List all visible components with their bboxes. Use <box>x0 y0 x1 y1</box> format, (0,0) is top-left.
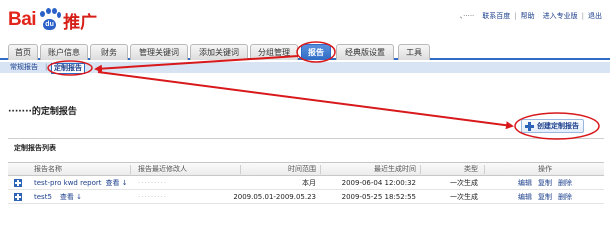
main-tab-bar: 首页 账户信息 财务 管理关键词 添加关键词 分组管理 报告 经典版设置 工具 <box>0 42 610 60</box>
tab-finance[interactable]: 财务 <box>90 44 128 60</box>
report-time-range: 本月 <box>302 178 316 187</box>
copy-link[interactable]: 复制 <box>538 178 552 188</box>
tab-add-keywords[interactable]: 添加关键词 <box>190 44 248 60</box>
report-name[interactable]: test5 <box>34 193 52 201</box>
subtab-separator: | <box>45 63 48 71</box>
tab-home[interactable]: 首页 <box>8 44 38 60</box>
subtab-normal-report[interactable]: 常规报告 <box>10 62 38 73</box>
report-type: 一次生成 <box>450 192 478 201</box>
report-subtab-bar: 常规报告 | 定制报告 <box>0 62 610 74</box>
logo-text-bai: Bai <box>8 9 37 30</box>
pro-version-link[interactable]: 进入专业版 <box>543 11 578 21</box>
delete-link[interactable]: 删除 <box>558 178 572 188</box>
header-last-modifier: 报告最近修改人 <box>138 165 187 173</box>
subtab-custom-report[interactable]: 定制报告 <box>51 63 85 74</box>
baidu-paw-icon: du <box>37 8 62 32</box>
header-report-name: 报告名称 <box>34 165 62 173</box>
header-last-generated: 最近生成时间 <box>374 165 416 173</box>
table-row: test-pro kwd report 查看 ↓ ········· 本月 20… <box>8 176 604 190</box>
help-link[interactable]: 帮助 <box>521 11 535 21</box>
tab-reports[interactable]: 报告 <box>301 44 331 60</box>
header-type: 类型 <box>464 165 478 173</box>
page-title: ·······的定制报告 <box>8 107 77 117</box>
tab-classic-settings[interactable]: 经典版设置 <box>336 44 394 60</box>
logo-text-du: du <box>43 19 57 30</box>
header-actions: 操作 <box>538 165 552 173</box>
tab-group-management[interactable]: 分组管理 <box>250 44 298 60</box>
view-link[interactable]: 查看 ↓ <box>60 192 82 202</box>
view-link[interactable]: 查看 ↓ <box>105 178 127 188</box>
arrow-to-create-button <box>97 71 514 130</box>
table-header: 报告名称 报告最近修改人 时间范围 最近生成时间 类型 操作 <box>8 163 604 176</box>
divider <box>8 138 604 139</box>
table-row: test5 查看 ↓ ········· 2009.05.01-2009.05.… <box>8 190 604 204</box>
username: 、····· <box>459 12 475 20</box>
report-generated-time: 2009-05-25 18:52:55 <box>341 192 416 201</box>
plus-icon <box>525 121 534 131</box>
top-links: 、····· 联系百度 | 帮助 进入专业版 | 退出 <box>459 11 602 21</box>
delete-link[interactable]: 删除 <box>558 192 572 202</box>
tab-account-info[interactable]: 账户信息 <box>40 44 88 60</box>
expand-icon[interactable] <box>14 178 22 187</box>
tab-tools[interactable]: 工具 <box>398 44 430 60</box>
expand-icon[interactable] <box>14 192 22 201</box>
tab-manage-keywords[interactable]: 管理关键词 <box>130 44 188 60</box>
create-custom-report-label: 创建定制报告 <box>537 122 579 130</box>
report-name[interactable]: test-pro kwd report <box>34 179 101 187</box>
create-custom-report-button[interactable]: 创建定制报告 <box>521 119 584 133</box>
report-modifier: ········· <box>138 192 168 201</box>
report-time-range: 2009.05.01-2009.05.23 <box>233 192 316 201</box>
custom-report-table: 报告名称 报告最近修改人 时间范围 最近生成时间 类型 操作 test-pro … <box>8 162 604 204</box>
edit-link[interactable]: 编辑 <box>518 192 532 202</box>
report-list-title: 定制报告列表 <box>14 144 56 152</box>
report-type: 一次生成 <box>450 178 478 187</box>
header-time-range: 时间范围 <box>288 165 316 173</box>
report-generated-time: 2009-06-04 12:00:32 <box>341 178 416 187</box>
logo-text-tuiguang: 推广 <box>63 12 98 33</box>
logout-link[interactable]: 退出 <box>588 11 602 21</box>
copy-link[interactable]: 复制 <box>538 192 552 202</box>
contact-baidu-link[interactable]: 联系百度 <box>482 11 510 21</box>
edit-link[interactable]: 编辑 <box>518 178 532 188</box>
baidu-tuiguang-logo[interactable]: Bai du 推广 <box>8 4 97 36</box>
report-modifier: ········· <box>138 178 168 187</box>
